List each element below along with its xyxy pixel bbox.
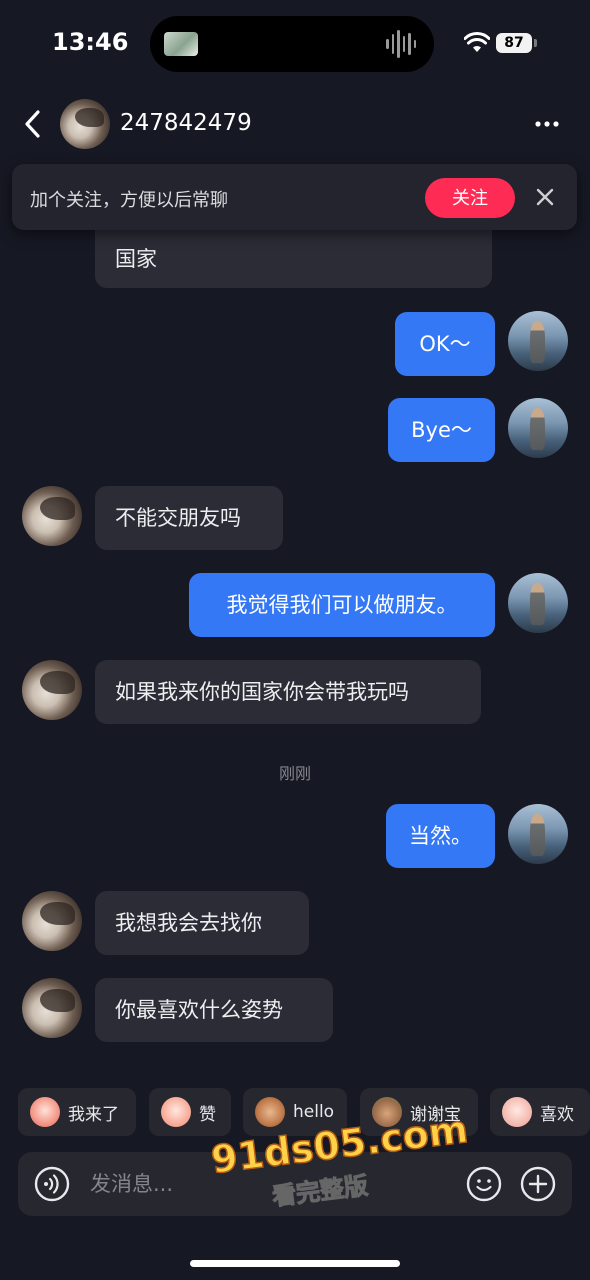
quick-reply-chip[interactable]: 我来了	[18, 1088, 136, 1136]
emoji-picker-icon[interactable]	[466, 1166, 502, 1202]
my-avatar[interactable]	[508, 398, 568, 458]
contact-avatar[interactable]	[60, 99, 110, 149]
emoji-monkey-icon	[255, 1097, 285, 1127]
quick-reply-label: 我来了	[68, 1104, 119, 1125]
quick-reply-chip[interactable]: 赞	[149, 1088, 231, 1136]
contact-avatar[interactable]	[22, 891, 82, 951]
my-avatar[interactable]	[508, 804, 568, 864]
audio-wave-icon	[386, 30, 416, 58]
message-bubble-outgoing[interactable]: 我觉得我们可以做朋友。	[189, 573, 495, 637]
quick-reply-label: 喜欢	[540, 1104, 574, 1125]
quick-reply-chip[interactable]: hello	[243, 1088, 347, 1136]
emoji-thanks-icon	[372, 1097, 402, 1127]
quick-reply-chip[interactable]: 谢谢宝	[360, 1088, 478, 1136]
plus-icon[interactable]	[520, 1166, 556, 1202]
close-icon[interactable]	[532, 184, 558, 210]
message-bubble-outgoing[interactable]: OK～	[395, 312, 495, 376]
contact-name[interactable]: 247842479	[120, 110, 252, 136]
more-options-icon[interactable]	[530, 112, 564, 136]
message-bubble-outgoing[interactable]: Bye～	[388, 398, 495, 462]
follow-prompt-text: 加个关注，方便以后常聊	[30, 190, 228, 211]
follow-banner: 加个关注，方便以后常聊 关注	[12, 164, 577, 230]
follow-button[interactable]: 关注	[425, 178, 515, 218]
message-text: 如果我来你的国家你会带我玩吗	[115, 679, 409, 704]
message-text: 国家	[115, 246, 157, 271]
media-thumbnail-icon	[164, 32, 198, 56]
message-text: OK～	[419, 331, 471, 356]
message-text: 你最喜欢什么姿势	[115, 997, 283, 1022]
contact-avatar[interactable]	[22, 660, 82, 720]
my-avatar[interactable]	[508, 311, 568, 371]
quick-reply-label: hello	[293, 1102, 335, 1122]
dynamic-island[interactable]	[150, 16, 434, 72]
quick-reply-label: 赞	[199, 1104, 216, 1125]
voice-input-icon[interactable]	[34, 1166, 70, 1202]
wifi-icon	[464, 32, 490, 52]
quick-reply-chip[interactable]: 喜欢	[490, 1088, 590, 1136]
message-timestamp: 刚刚	[278, 764, 311, 783]
back-arrow-icon[interactable]	[18, 104, 54, 144]
emoji-thumbs-icon	[161, 1097, 191, 1127]
message-text: Bye～	[411, 417, 472, 442]
home-indicator[interactable]	[190, 1260, 400, 1267]
message-text: 当然。	[409, 823, 472, 848]
message-text: 我想我会去找你	[115, 910, 262, 935]
message-bubble-incoming[interactable]: 你最喜欢什么姿势	[95, 978, 333, 1042]
message-input-bar	[18, 1152, 572, 1216]
my-avatar[interactable]	[508, 573, 568, 633]
message-bubble-outgoing[interactable]: 当然。	[386, 804, 495, 868]
message-bubble-incoming[interactable]: 我想我会去找你	[95, 891, 309, 955]
emoji-arrive-icon	[30, 1097, 60, 1127]
message-text: 我觉得我们可以做朋友。	[226, 592, 458, 617]
emoji-love-icon	[502, 1097, 532, 1127]
contact-avatar[interactable]	[22, 486, 82, 546]
message-text: 不能交朋友吗	[115, 505, 241, 530]
message-bubble-incoming[interactable]: 不能交朋友吗	[95, 486, 283, 550]
status-time: 13:46	[52, 28, 129, 56]
message-bubble-incoming[interactable]: 如果我来你的国家你会带我玩吗	[95, 660, 481, 724]
message-input[interactable]	[90, 1164, 390, 1204]
battery-indicator: 87	[496, 33, 537, 53]
contact-avatar[interactable]	[22, 978, 82, 1038]
quick-reply-label: 谢谢宝	[410, 1104, 461, 1125]
